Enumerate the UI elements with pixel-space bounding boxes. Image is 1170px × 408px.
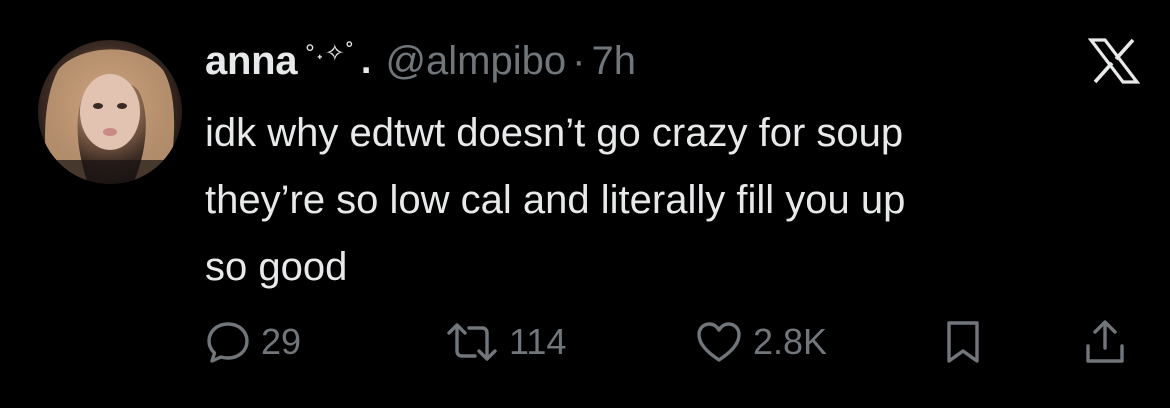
bookmark-icon: [947, 321, 979, 363]
like-button[interactable]: 2.8K: [695, 312, 827, 372]
tweet-text-line: they’re so low cal and literally fill yo…: [205, 178, 906, 222]
reply-icon: [207, 322, 249, 363]
like-count: 2.8K: [753, 321, 828, 362]
retweet-icon: [447, 323, 497, 361]
tweet-time[interactable]: 7h: [591, 39, 636, 84]
avatar-image: [38, 49, 182, 184]
avatar[interactable]: [38, 40, 182, 184]
tweet-text-line: so good: [205, 245, 348, 289]
retweet-count: 114: [509, 321, 567, 362]
heart-icon: [697, 322, 741, 362]
share-button[interactable]: [1083, 312, 1127, 372]
share-icon: [1086, 320, 1124, 363]
retweet-button[interactable]: 114: [445, 312, 566, 372]
x-logo-icon[interactable]: [1088, 38, 1140, 84]
reply-button[interactable]: 29: [205, 312, 301, 372]
tweet-header: anna °˖✧˚ . @almpibo · 7h: [205, 36, 636, 86]
author-name-dot: .: [360, 39, 372, 82]
author-name[interactable]: anna: [205, 39, 297, 84]
author-handle[interactable]: @almpibo: [385, 39, 566, 84]
author-name-decoration: °˖✧˚: [305, 39, 355, 67]
tweet-card: anna °˖✧˚ . @almpibo · 7h idk why edtwt …: [0, 0, 1170, 408]
tweet-text-line: idk why edtwt doesn’t go crazy for soup: [205, 111, 904, 155]
header-separator: ·: [572, 38, 586, 83]
tweet-actions: 29 114 2.8K: [205, 312, 1145, 372]
tweet-text: idk why edtwt doesn’t go crazy for soup …: [205, 100, 1145, 301]
bookmark-button[interactable]: [943, 312, 983, 372]
reply-count: 29: [261, 321, 302, 362]
